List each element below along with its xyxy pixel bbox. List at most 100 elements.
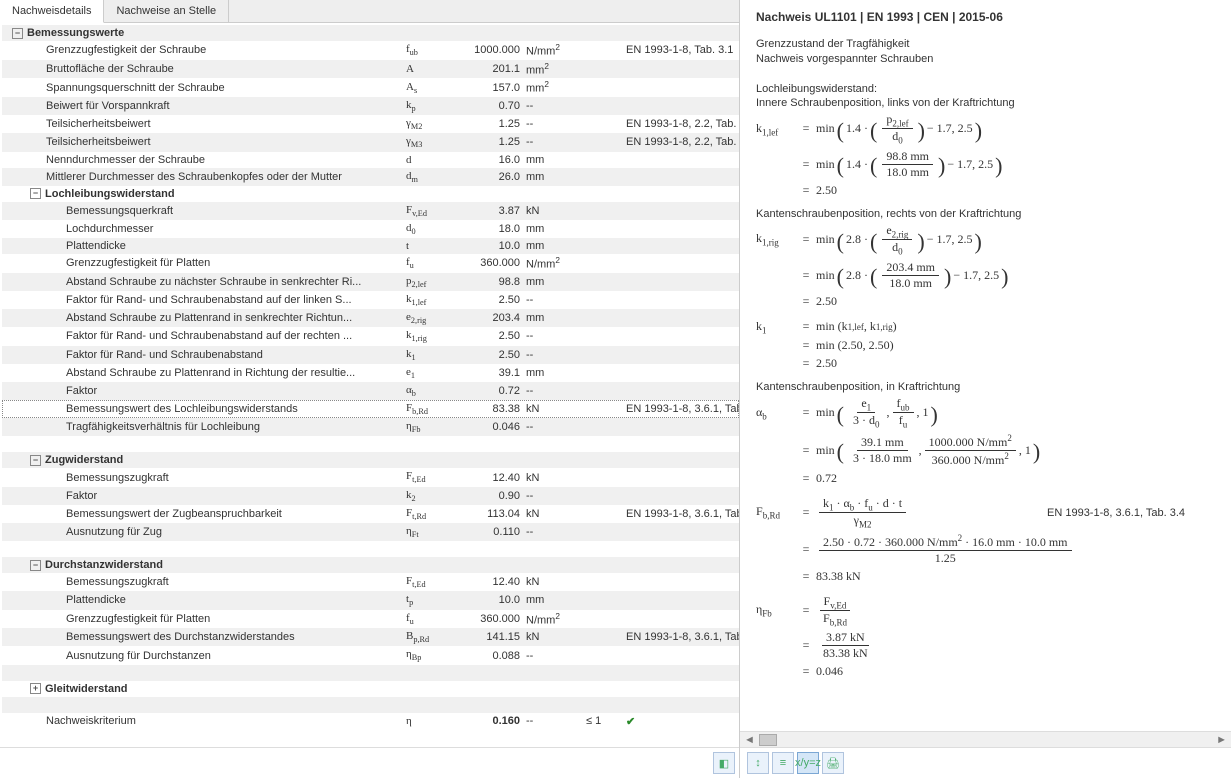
property-row[interactable]: TeilsicherheitsbeiwertγM21.25--EN 1993-1… (2, 115, 739, 133)
property-ref: EN 1993-1-8, 2.2, Tab. 2.1 (626, 136, 739, 148)
property-symbol: fu (406, 256, 456, 270)
property-row[interactable]: Plattendicketp10.0mm (2, 591, 739, 609)
eq-k1rig-1: k1,rig= min (2.8 · (e2,rigd0) − 1.7, 2.5… (756, 223, 1215, 257)
property-name: Mittlerer Durchmesser des Schraubenkopfe… (46, 171, 406, 183)
property-value: 201.1 (456, 63, 526, 75)
criterion-row[interactable]: Nachweiskriteriumη0.160--≤ 1✔ (2, 713, 739, 730)
property-symbol: ηFt (406, 525, 456, 539)
group-header[interactable]: −Bemessungswerte (2, 25, 739, 41)
expand-icon[interactable]: ◧ (713, 752, 735, 774)
property-unit: kN (526, 205, 586, 217)
eq-fbrd-3: =83.38 kN (756, 569, 1215, 584)
expand-icon[interactable]: + (30, 683, 41, 694)
property-name: Abstand Schraube zu Plattenrand in Richt… (66, 367, 406, 379)
property-row[interactable]: Nenndurchmesser der Schraubed16.0mm (2, 152, 739, 168)
property-row[interactable]: Faktor für Rand- und Schraubenabstand au… (2, 327, 739, 345)
property-name: Faktor (66, 385, 406, 397)
property-name: Bemessungswert der Zugbeanspruchbarkeit (66, 508, 406, 520)
property-row[interactable]: Abstand Schraube zu Plattenrand in senkr… (2, 309, 739, 327)
property-row[interactable]: TeilsicherheitsbeiwertγM31.25--EN 1993-1… (2, 133, 739, 151)
property-row[interactable]: Ausnutzung für ZugηFt0.110-- (2, 523, 739, 541)
property-row[interactable]: Spannungsquerschnitt der SchraubeAs157.0… (2, 78, 739, 97)
collapse-icon[interactable]: − (30, 560, 41, 571)
property-name: Abstand Schraube zu nächster Schraube in… (66, 276, 406, 288)
property-name: Ausnutzung für Durchstanzen (66, 650, 406, 662)
property-row[interactable]: BemessungsquerkraftFv,Ed3.87kN (2, 202, 739, 220)
property-row[interactable]: Bemessungswert des Lochleibungswiderstan… (2, 400, 739, 418)
property-row[interactable]: Beiwert für Vorspannkraftkp0.70-- (2, 97, 739, 115)
property-value: 26.0 (456, 171, 526, 183)
toolbar-btn-2[interactable]: ≡ (772, 752, 794, 774)
property-unit: N/mm2 (526, 612, 586, 627)
property-value: 98.8 (456, 276, 526, 288)
property-row[interactable]: Lochdurchmesserd018.0mm (2, 220, 739, 238)
property-row[interactable]: Faktor für Rand- und Schraubenabstand au… (2, 291, 739, 309)
property-name: Beiwert für Vorspannkraft (46, 100, 406, 112)
property-unit: -- (526, 330, 586, 342)
property-row[interactable]: Plattendicket10.0mm (2, 238, 739, 254)
property-symbol: fu (406, 612, 456, 626)
property-row[interactable]: Mittlerer Durchmesser des Schraubenkopfe… (2, 168, 739, 186)
property-value: 12.40 (456, 472, 526, 484)
collapse-icon[interactable]: − (12, 28, 23, 39)
property-row[interactable]: Abstand Schraube zu nächster Schraube in… (2, 273, 739, 291)
eq-k1lef-1: k1,lef= min (1.4 · (p2,lefd0) − 1.7, 2.5… (756, 112, 1215, 146)
eq-k1rig-2: = min (2.8 · (203.4 mm18.0 mm) − 1.7, 2.… (756, 260, 1215, 291)
property-ref: EN 1993-1-8, 3.6.1, Tab. 3.4 (626, 631, 739, 643)
property-symbol: Ft,Ed (406, 470, 456, 484)
property-row[interactable]: Faktorαb0.72-- (2, 382, 739, 400)
property-row[interactable]: Grenzzugfestigkeit für Plattenfu360.000N… (2, 610, 739, 629)
property-name: Plattendicke (66, 240, 406, 252)
property-row[interactable]: Grenzzugfestigkeit der Schraubefub1000.0… (2, 41, 739, 60)
property-row[interactable]: Tragfähigkeitsverhältnis für Lochleibung… (2, 418, 739, 436)
property-symbol: p2,lef (406, 275, 456, 289)
property-symbol: Fb,Rd (406, 402, 456, 416)
property-symbol: k1 (406, 348, 456, 362)
tab-details[interactable]: Nachweisdetails (0, 0, 104, 23)
property-ref: EN 1993-1-8, 3.6.1, Tab. 3.4 (626, 508, 739, 520)
right-sub2: Nachweis vorgespannter Schrauben (756, 53, 1215, 65)
property-symbol: d0 (406, 222, 456, 236)
tab-at-position[interactable]: Nachweise an Stelle (104, 0, 229, 22)
toolbar-btn-1[interactable]: ↕ (747, 752, 769, 774)
property-symbol: d (406, 154, 456, 166)
property-row[interactable]: Abstand Schraube zu Plattenrand in Richt… (2, 364, 739, 382)
property-name: Faktor für Rand- und Schraubenabstand au… (66, 330, 406, 342)
group-title: Gleitwiderstand (45, 683, 735, 695)
scrollbar-thumb[interactable] (759, 734, 777, 746)
collapse-icon[interactable]: − (30, 188, 41, 199)
eq-etafb-2: = 3.87 kN83.38 kN (756, 630, 1215, 661)
property-unit: -- (526, 349, 586, 361)
property-row[interactable]: Bemessungswert der ZugbeanspruchbarkeitF… (2, 505, 739, 523)
group-title: Zugwiderstand (45, 454, 735, 466)
group-header[interactable]: −Lochleibungswiderstand (2, 186, 739, 202)
property-value: 141.15 (456, 631, 526, 643)
group-header[interactable]: + Gleitwiderstand (2, 681, 739, 697)
property-row[interactable]: Bruttofläche der SchraubeA201.1mm2 (2, 60, 739, 79)
property-value: 39.1 (456, 367, 526, 379)
eq-ab-1: αb= min (e13 · d0, fubfu, 1) (756, 396, 1215, 430)
collapse-icon[interactable]: − (30, 455, 41, 466)
property-tree[interactable]: −BemessungswerteGrenzzugfestigkeit der S… (0, 23, 739, 747)
property-unit: mm (526, 171, 586, 183)
group-header[interactable]: −Zugwiderstand (2, 452, 739, 468)
property-unit: -- (526, 136, 586, 148)
property-symbol: Ft,Rd (406, 507, 456, 521)
formula-view[interactable]: Nachweis UL1101 | EN 1993 | CEN | 2015-0… (740, 0, 1231, 731)
toolbar-btn-3[interactable]: x/y=z (797, 752, 819, 774)
horizontal-scrollbar[interactable]: ◄ ► (740, 731, 1231, 747)
property-row[interactable]: Faktor für Rand- und Schraubenabstandk12… (2, 346, 739, 364)
property-value: 1.25 (456, 118, 526, 130)
property-row[interactable]: BemessungszugkraftFt,Ed12.40kN (2, 468, 739, 486)
property-name: Lochdurchmesser (66, 223, 406, 235)
print-icon[interactable]: 🖨 (822, 752, 844, 774)
property-row[interactable]: Bemessungswert des Durchstanzwiderstande… (2, 628, 739, 646)
property-unit: -- (526, 118, 586, 130)
criterion-value: 0.160 (456, 715, 526, 727)
property-row[interactable]: BemessungszugkraftFt,Ed12.40kN (2, 573, 739, 591)
group-header[interactable]: −Durchstanzwiderstand (2, 557, 739, 573)
eq-fbrd-ref: EN 1993-1-8, 3.6.1, Tab. 3.4 (1047, 507, 1185, 519)
property-row[interactable]: Ausnutzung für DurchstanzenηBp0.088-- (2, 646, 739, 664)
property-row[interactable]: Faktork20.90-- (2, 487, 739, 505)
property-row[interactable]: Grenzzugfestigkeit für Plattenfu360.000N… (2, 254, 739, 273)
